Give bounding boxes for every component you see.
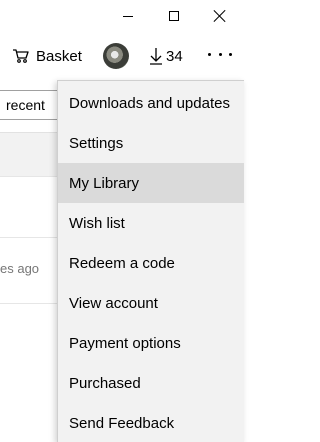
menu-item-my-library[interactable]: My Library bbox=[58, 163, 244, 203]
menu-item-wish-list[interactable]: Wish list bbox=[58, 203, 244, 243]
menu-item-redeem-a-code[interactable]: Redeem a code bbox=[58, 243, 244, 283]
avatar[interactable] bbox=[103, 43, 129, 69]
close-icon bbox=[213, 9, 227, 23]
maximize-button[interactable] bbox=[151, 0, 197, 32]
maximize-icon bbox=[169, 11, 179, 21]
sort-dropdown[interactable]: recent bbox=[0, 90, 60, 120]
minimize-button[interactable] bbox=[105, 0, 151, 32]
menu-item-purchased[interactable]: Purchased bbox=[58, 363, 244, 403]
sort-value: recent bbox=[6, 97, 45, 113]
close-button[interactable] bbox=[197, 0, 243, 32]
menu-item-payment-options[interactable]: Payment options bbox=[58, 323, 244, 363]
menu-item-send-feedback[interactable]: Send Feedback bbox=[58, 403, 244, 442]
downloads-button[interactable]: 34 bbox=[149, 44, 183, 68]
more-options-button[interactable] bbox=[206, 44, 234, 64]
ellipsis-icon bbox=[208, 52, 211, 56]
list-item-time: es ago bbox=[0, 261, 40, 276]
menu-item-downloads-and-updates[interactable]: Downloads and updates bbox=[58, 83, 244, 123]
minimize-icon bbox=[123, 15, 133, 17]
menu-item-view-account[interactable]: View account bbox=[58, 283, 244, 323]
cart-icon bbox=[13, 49, 29, 63]
basket-label: Basket bbox=[36, 47, 82, 65]
more-options-menu: Downloads and updates Settings My Librar… bbox=[57, 80, 244, 442]
download-count: 34 bbox=[166, 47, 183, 65]
download-arrow-icon bbox=[150, 48, 162, 65]
basket-button[interactable]: Basket bbox=[12, 44, 82, 68]
menu-item-settings[interactable]: Settings bbox=[58, 123, 244, 163]
